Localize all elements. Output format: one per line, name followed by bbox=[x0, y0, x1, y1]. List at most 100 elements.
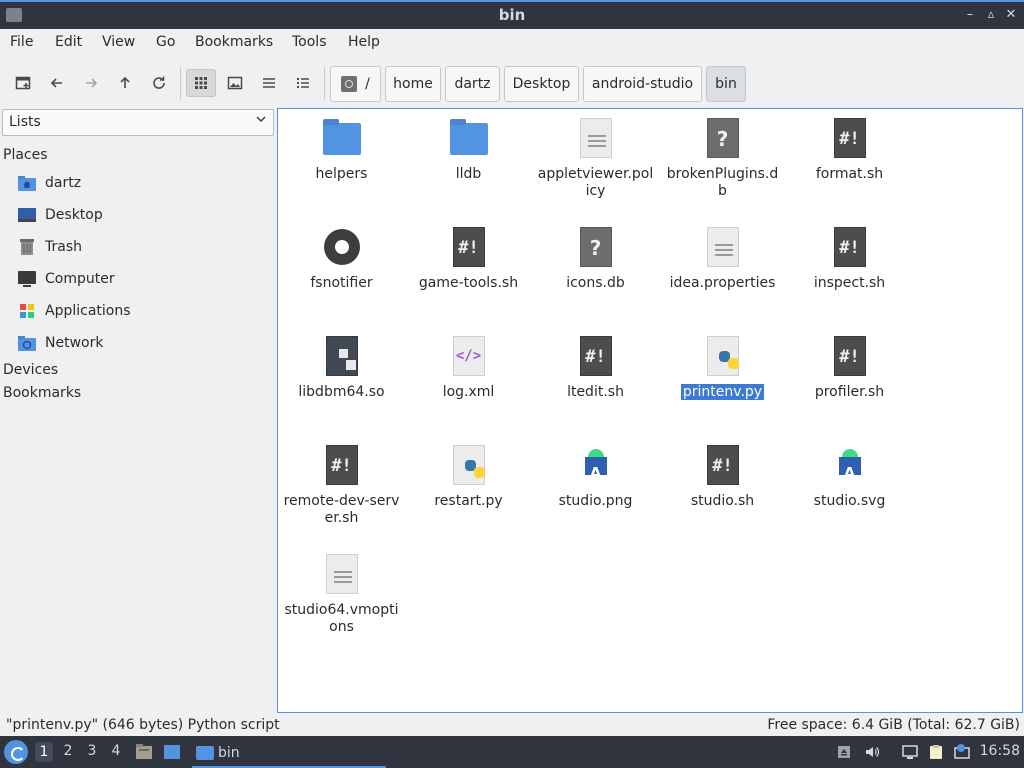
start-menu-icon[interactable] bbox=[4, 740, 28, 764]
taskbar-window-bin[interactable]: bin bbox=[192, 739, 386, 768]
devices-heading[interactable]: Devices bbox=[3, 362, 58, 378]
file-item-icons-db[interactable]: ? icons.db bbox=[533, 225, 658, 292]
places-heading[interactable]: Places bbox=[3, 147, 48, 163]
workspace-1[interactable]: 1 bbox=[35, 742, 53, 762]
clipboard-icon[interactable] bbox=[928, 744, 944, 760]
sidebar-item-network[interactable]: Network bbox=[17, 331, 103, 355]
sidebar-mode-value: Lists bbox=[9, 114, 41, 130]
up-icon[interactable] bbox=[110, 69, 140, 97]
sidebar-mode-select[interactable]: Lists bbox=[2, 109, 274, 136]
close-icon[interactable]: ✕ bbox=[1003, 7, 1019, 23]
title-bar: bin – ▵ ✕ bbox=[0, 0, 1024, 29]
thumbnail-view-icon[interactable] bbox=[220, 69, 250, 97]
desktop-icon bbox=[17, 206, 37, 224]
file-item-helpers[interactable]: helpers bbox=[279, 116, 404, 183]
file-name: restart.py bbox=[434, 493, 503, 509]
breadcrumb-bin[interactable]: bin bbox=[706, 66, 746, 102]
file-item-restart-py[interactable]: restart.py bbox=[406, 443, 531, 510]
file-item-inspect-sh[interactable]: #! inspect.sh bbox=[787, 225, 912, 292]
file-name: remote-dev-server.sh bbox=[283, 493, 400, 526]
sidebar-item-trash[interactable]: Trash bbox=[17, 235, 82, 259]
eject-icon[interactable] bbox=[836, 744, 852, 760]
menu-file[interactable]: File bbox=[10, 34, 33, 50]
menu-edit[interactable]: Edit bbox=[55, 34, 82, 50]
update-notifier-icon[interactable] bbox=[954, 744, 970, 760]
icon-view-icon[interactable] bbox=[186, 69, 216, 97]
file-name: studio.png bbox=[558, 493, 633, 509]
sidebar-item-computer[interactable]: Computer bbox=[17, 267, 115, 291]
android-studio-icon: A bbox=[828, 443, 872, 487]
menu-view[interactable]: View bbox=[102, 34, 135, 50]
file-name: appletviewer.policy bbox=[537, 166, 654, 199]
file-item-game-tools-sh[interactable]: #! game-tools.sh bbox=[406, 225, 531, 292]
script-file-icon: #! bbox=[828, 334, 872, 378]
script-file-icon: #! bbox=[828, 225, 872, 269]
reload-icon[interactable] bbox=[144, 69, 174, 97]
file-item-fsnotifier[interactable]: fsnotifier bbox=[279, 225, 404, 292]
show-desktop-icon[interactable] bbox=[163, 743, 181, 761]
workspace-3[interactable]: 3 bbox=[83, 743, 101, 759]
breadcrumb-android-studio[interactable]: android-studio bbox=[583, 66, 702, 102]
breadcrumb-dartz[interactable]: dartz bbox=[445, 66, 500, 102]
file-item-studio-svg[interactable]: A studio.svg bbox=[787, 443, 912, 510]
file-view[interactable]: helpers lldb appletviewer.policy ? broke… bbox=[277, 108, 1023, 713]
file-name: studio.svg bbox=[813, 493, 886, 509]
library-file-icon bbox=[320, 334, 364, 378]
selected-name-text: printenv.py bbox=[680, 384, 765, 400]
file-item-studio-png[interactable]: A studio.png bbox=[533, 443, 658, 510]
sidebar-item-applications[interactable]: Applications bbox=[17, 299, 131, 323]
file-name: studio64.vmoptions bbox=[284, 602, 399, 635]
file-name: log.xml bbox=[442, 384, 495, 400]
detailed-list-icon[interactable] bbox=[288, 69, 318, 97]
back-icon[interactable] bbox=[42, 69, 72, 97]
breadcrumb-root[interactable]: / bbox=[330, 66, 381, 102]
file-item-studio64-vmoptions[interactable]: studio64.vmoptions bbox=[279, 552, 404, 636]
file-item-brokenplugins-db[interactable]: ? brokenPlugins.db bbox=[660, 116, 785, 200]
menu-help[interactable]: Help bbox=[348, 34, 380, 50]
menu-go[interactable]: Go bbox=[156, 34, 175, 50]
file-item-appletviewer-policy[interactable]: appletviewer.policy bbox=[533, 116, 658, 200]
breadcrumb-home[interactable]: home bbox=[385, 66, 441, 102]
file-item-idea-properties[interactable]: idea.properties bbox=[660, 225, 785, 292]
file-name: inspect.sh bbox=[813, 275, 886, 291]
file-item-libdbm64-so[interactable]: libdbm64.so bbox=[279, 334, 404, 401]
sidebar-item-desktop[interactable]: Desktop bbox=[17, 203, 103, 227]
bookmarks-heading[interactable]: Bookmarks bbox=[3, 385, 81, 401]
folder-icon bbox=[320, 116, 364, 160]
script-file-icon: #! bbox=[320, 443, 364, 487]
sidebar-item-label: dartz bbox=[45, 175, 82, 191]
sidebar-item-dartz[interactable]: dartz bbox=[17, 171, 81, 195]
minimize-icon[interactable]: – bbox=[962, 7, 978, 23]
file-item-lldb[interactable]: lldb bbox=[406, 116, 531, 183]
forward-icon[interactable] bbox=[76, 69, 106, 97]
computer-icon bbox=[17, 270, 37, 288]
file-item-format-sh[interactable]: #! format.sh bbox=[787, 116, 912, 183]
clock[interactable]: 16:58 bbox=[980, 743, 1020, 759]
window-title: bin bbox=[498, 6, 526, 24]
breadcrumb-desktop[interactable]: Desktop bbox=[504, 66, 579, 102]
workspace-2[interactable]: 2 bbox=[59, 743, 77, 759]
status-free-space: Free space: 6.4 GiB (Total: 62.7 GiB) bbox=[767, 717, 1020, 733]
maximize-icon[interactable]: ▵ bbox=[983, 7, 999, 23]
file-name: profiler.sh bbox=[814, 384, 885, 400]
file-item-printenv-py[interactable]: printenv.py bbox=[660, 334, 785, 401]
workspace-4[interactable]: 4 bbox=[107, 743, 125, 759]
compact-view-icon[interactable] bbox=[254, 69, 284, 97]
toolbar: / home dartz Desktop android-studio bin bbox=[0, 57, 1024, 107]
menu-bookmarks[interactable]: Bookmarks bbox=[195, 34, 273, 50]
new-tab-icon[interactable] bbox=[8, 69, 38, 97]
text-file-icon bbox=[574, 116, 618, 160]
file-manager-launcher-icon[interactable] bbox=[135, 743, 153, 761]
text-file-icon bbox=[320, 552, 364, 596]
file-item-profiler-sh[interactable]: #! profiler.sh bbox=[787, 334, 912, 401]
file-item-studio-sh[interactable]: #! studio.sh bbox=[660, 443, 785, 510]
script-file-icon: #! bbox=[447, 225, 491, 269]
file-name: idea.properties bbox=[669, 275, 776, 291]
volume-icon[interactable] bbox=[864, 744, 880, 760]
file-item-ltedit-sh[interactable]: #! ltedit.sh bbox=[533, 334, 658, 401]
network-status-icon[interactable] bbox=[902, 744, 918, 760]
file-item-remote-dev-server-sh[interactable]: #! remote-dev-server.sh bbox=[279, 443, 404, 527]
file-item-log-xml[interactable]: </> log.xml bbox=[406, 334, 531, 401]
menu-tools[interactable]: Tools bbox=[292, 34, 327, 50]
status-selection-info: "printenv.py" (646 bytes) Python script bbox=[6, 717, 280, 733]
